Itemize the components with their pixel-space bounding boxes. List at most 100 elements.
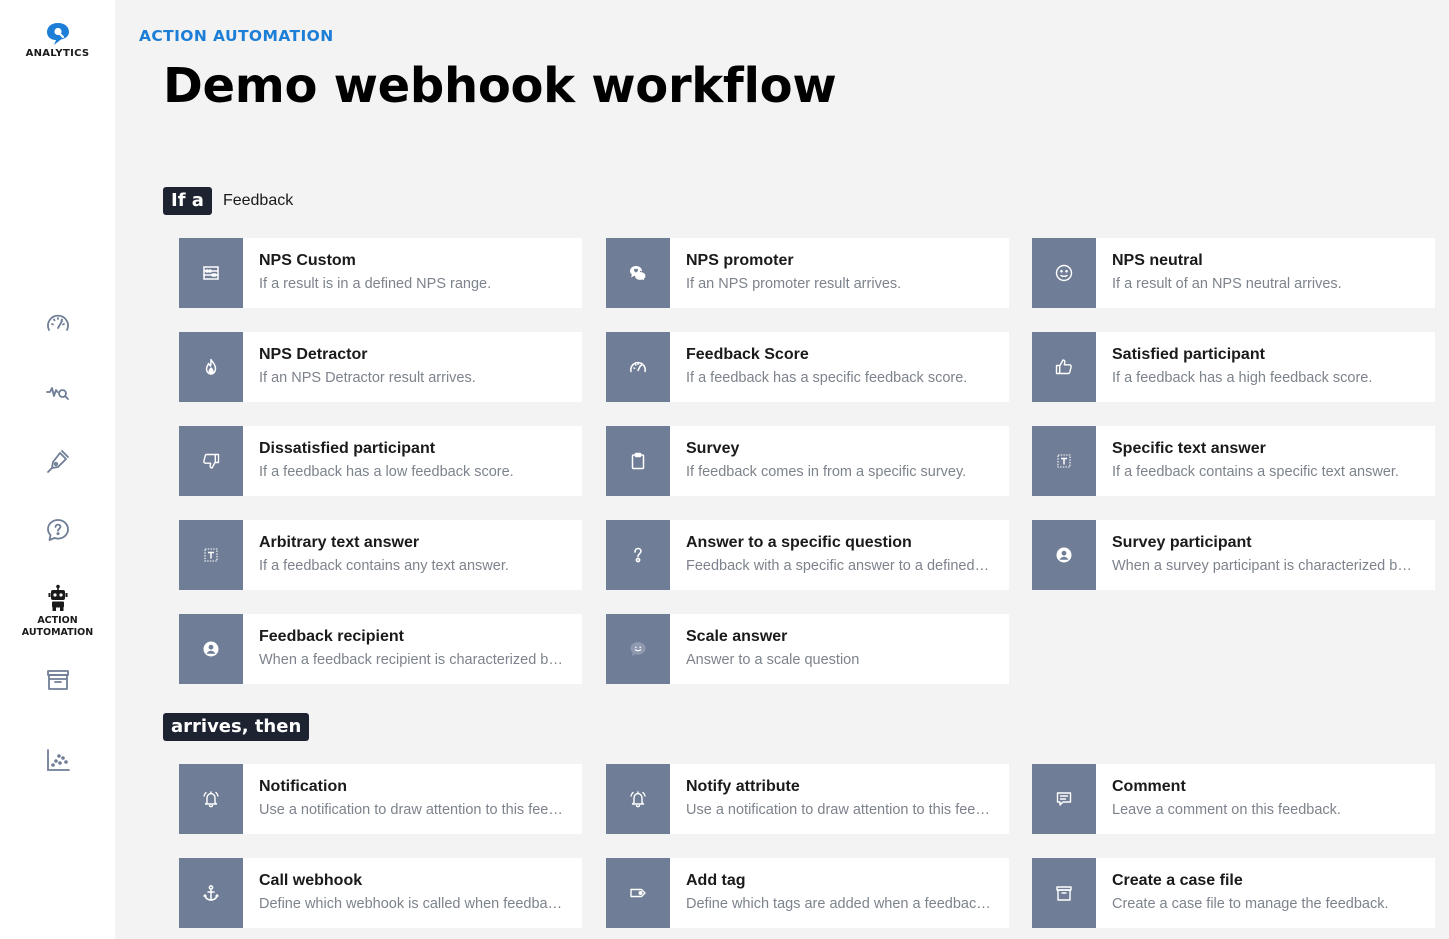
card-title: Add tag [686,872,746,889]
action-card-notify-attribute[interactable]: Notify attribute Use a notification to d… [606,764,1009,834]
gauge-icon [630,361,646,373]
card-description: If an NPS promoter result arrives. [686,276,902,292]
card-description: Leave a comment on this feedback. [1112,802,1341,818]
trigger-card-scale-answer[interactable]: Scale answer Answer to a scale question [606,614,1009,684]
card-title: Arbitrary text answer [259,534,420,551]
card-title: Survey [686,440,740,457]
card-title: Create a case file [1112,872,1243,889]
card-title: Satisfied participant [1112,346,1265,363]
pulse-search-icon [45,387,69,400]
archive-box-icon [46,670,69,690]
action-pill: arrives, then [163,713,310,741]
neutral-face-icon [1055,264,1073,282]
breadcrumb[interactable]: ACTION AUTOMATION [139,27,334,45]
card-description: Feedback with a specific answer to a def… [686,558,993,574]
trigger-card-satisfied-participant[interactable]: Satisfied participant If a feedback has … [1032,332,1435,402]
nav-item-reports[interactable] [0,740,115,780]
card-description: Define which tags are added when a feedb… [686,896,993,912]
nav-item-dashboard[interactable] [0,304,115,344]
card-title: NPS promoter [686,252,794,269]
action-section-label: arrives, then [163,713,310,741]
card-description: Use a notification to draw attention to … [686,802,993,818]
card-title: NPS Custom [259,252,356,269]
clipboard-icon [631,452,645,470]
archive-box-icon [1056,886,1072,901]
thumbs-down-icon [203,453,220,469]
trigger-card-feedback-score[interactable]: Feedback Score If a feedback has a speci… [606,332,1009,402]
pen-icon [46,450,69,473]
card-description: Use a notification to draw attention to … [259,802,566,818]
robot-icon [48,584,67,611]
card-description: If a feedback has a high feedback score. [1112,370,1373,386]
card-description: If a feedback contains a specific text a… [1112,464,1399,480]
card-description: When a feedback recipient is characteriz… [259,652,566,668]
scatter-chart-icon [46,749,70,771]
abacus-icon [203,266,219,280]
trigger-card-nps-promoter[interactable]: NPS promoter If an NPS promoter result a… [606,238,1009,308]
anchor-icon [203,885,219,901]
card-description: If a feedback contains any text answer. [259,558,509,574]
action-card-notification[interactable]: Notification Use a notification to draw … [179,764,582,834]
comment-icon [1056,792,1072,806]
nav-label-action-automation: ACTION AUTOMATION [21,615,94,638]
nav-item-analysis[interactable] [0,372,115,412]
action-card-add-tag[interactable]: Add tag Define which tags are added when… [606,858,1009,928]
card-title: Scale answer [686,628,788,645]
card-title: Call webhook [259,872,363,889]
speedometer-icon [46,314,69,331]
action-card-create-case-file[interactable]: Create a case file Create a case file to… [1032,858,1435,928]
card-title: Notify attribute [686,778,800,795]
card-title: Answer to a specific question [686,534,912,551]
trigger-card-nps-neutral[interactable]: NPS neutral If a result of an NPS neutra… [1032,238,1435,308]
trigger-card-feedback-recipient[interactable]: Feedback recipient When a feedback recip… [179,614,582,684]
nav-item-action-automation[interactable]: ACTION AUTOMATION [0,584,115,639]
app-logo[interactable]: ANALYTICS [0,22,115,59]
card-description: Define which webhook is called when feed… [259,896,566,912]
page-title: Demo webhook workflow [163,58,837,114]
trigger-card-nps-detractor[interactable]: NPS Detractor If an NPS Detractor result… [179,332,582,402]
nav-item-help[interactable] [0,510,115,550]
bell-ring-icon [630,791,646,808]
thumbs-up-icon [1055,359,1072,375]
logo-icon [46,23,69,45]
bell-ring-icon [203,791,219,808]
trigger-card-nps-custom[interactable]: NPS Custom If a result is in a defined N… [179,238,582,308]
trigger-card-dissatisfied-participant[interactable]: Dissatisfied participant If a feedback h… [179,426,582,496]
user-circle-icon [1056,547,1072,563]
card-title: Feedback Score [686,346,809,363]
action-card-comment[interactable]: Comment Leave a comment on this feedback… [1032,764,1435,834]
user-circle-icon [203,641,219,657]
nav-item-archive[interactable] [0,660,115,700]
card-title: Comment [1112,778,1186,795]
logo-text: ANALYTICS [25,48,90,59]
chat-heart-icon [630,266,647,282]
card-title: Notification [259,778,347,795]
card-title: NPS neutral [1112,252,1203,269]
question-mark-icon [634,547,642,563]
nav-item-editor[interactable] [0,441,115,481]
card-title: Dissatisfied participant [259,440,436,457]
action-card-call-webhook[interactable]: Call webhook Define which webhook is cal… [179,858,582,928]
card-title: Specific text answer [1112,440,1266,457]
card-description: If a feedback has a specific feedback sc… [686,370,968,386]
card-description: If an NPS Detractor result arrives. [259,370,476,386]
main-content: ACTION AUTOMATION Demo webhook workflow … [115,0,1449,939]
trigger-card-specific-text-answer[interactable]: Specific text answer If a feedback conta… [1032,426,1435,496]
card-title: Survey participant [1112,534,1252,551]
trigger-card-survey[interactable]: Survey If feedback comes in from a speci… [606,426,1009,496]
trigger-card-arbitrary-text-answer[interactable]: Arbitrary text answer If a feedback cont… [179,520,582,590]
question-bubble-icon [46,519,69,541]
sidebar: ANALYTICS ACTION AUTOMATION [0,0,115,939]
trigger-section-label: If a Feedback [163,187,293,215]
trigger-card-survey-participant[interactable]: Survey participant When a survey partici… [1032,520,1435,590]
card-description: Answer to a scale question [686,652,860,668]
trigger-pill: If a [163,187,212,215]
trigger-card-answer-specific-question[interactable]: Answer to a specific question Feedback w… [606,520,1009,590]
card-description: When a survey participant is characteriz… [1112,558,1419,574]
card-title: Feedback recipient [259,628,404,645]
card-description: If feedback comes in from a specific sur… [686,464,967,480]
tag-icon [630,888,646,898]
card-description: Create a case file to manage the feedbac… [1112,896,1389,912]
trigger-subject[interactable]: Feedback [223,192,293,210]
card-description: If a result of an NPS neutral arrives. [1112,276,1342,292]
